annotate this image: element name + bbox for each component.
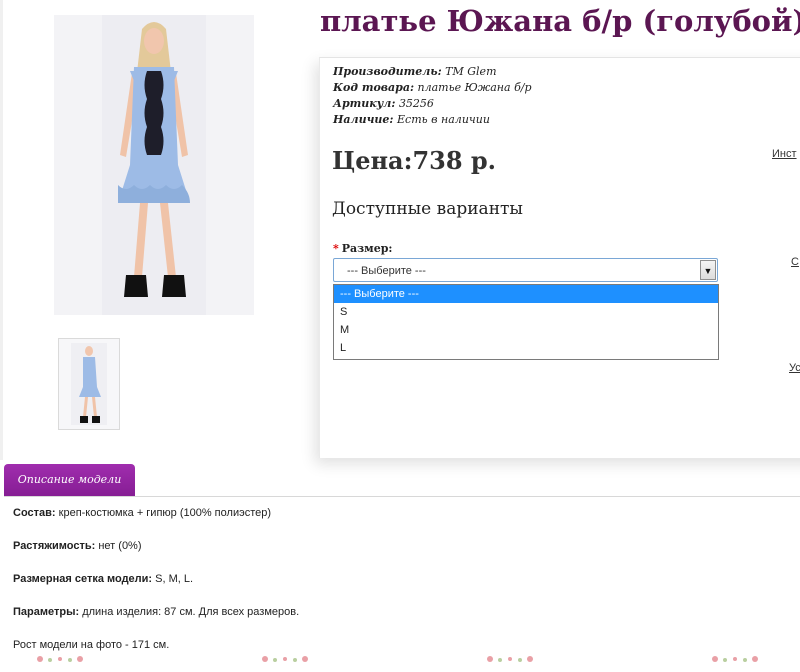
side-link-s[interactable]: С: [791, 256, 799, 268]
description-line: Состав: креп-костюмка + гипюр (100% поли…: [13, 507, 272, 519]
size-option-l[interactable]: L: [334, 339, 718, 357]
product-thumbnail[interactable]: [58, 338, 120, 430]
chevron-down-icon[interactable]: ▼: [700, 260, 716, 280]
spec-product-code: Код товара: платье Южана б/р: [333, 81, 532, 94]
page-edge: [0, 0, 3, 460]
size-option-placeholder[interactable]: --- Выберите ---: [334, 285, 718, 303]
spec-availability: Наличие: Есть в наличии: [333, 113, 490, 126]
size-select-value: --- Выберите ---: [347, 265, 426, 277]
thumbnail-photo-illustration: [71, 343, 107, 425]
size-select[interactable]: --- Выберите --- ▼: [333, 258, 718, 282]
tab-description[interactable]: Описание модели: [4, 464, 135, 497]
size-option-s[interactable]: S: [334, 303, 718, 321]
floral-border-decoration: [37, 656, 758, 662]
size-option-m[interactable]: M: [334, 321, 718, 339]
required-marker: *: [333, 242, 339, 255]
side-link-instructions[interactable]: Инст: [772, 148, 797, 160]
product-specs: Производитель: TM Glem Код товара: плать…: [333, 64, 532, 128]
description-line: Размерная сетка модели: S, M, L.: [13, 573, 194, 585]
model-photo-illustration: [54, 15, 254, 315]
description-line: Растяжимость: нет (0%): [13, 540, 142, 552]
available-options-heading: Доступные варианты: [332, 199, 523, 219]
side-link-us[interactable]: Ус: [789, 362, 800, 374]
description-line: Параметры: длина изделия: 87 см. Для все…: [13, 606, 300, 618]
spec-manufacturer: Производитель: TM Glem: [333, 65, 497, 78]
product-description: Состав: креп-костюмка + гипюр (100% поли…: [13, 507, 299, 672]
product-title: платье Южана б/р (голубой): [320, 4, 800, 38]
product-info-panel: Производитель: TM Glem Код товара: плать…: [319, 57, 800, 458]
product-main-image[interactable]: [54, 15, 254, 315]
spec-article: Артикул: 35256: [333, 97, 434, 110]
size-dropdown-list[interactable]: --- Выберите --- S M L: [333, 284, 719, 360]
tab-divider: [4, 496, 800, 497]
product-price: Цена:738 р.: [332, 146, 497, 175]
size-label: * Размер:: [333, 242, 393, 255]
